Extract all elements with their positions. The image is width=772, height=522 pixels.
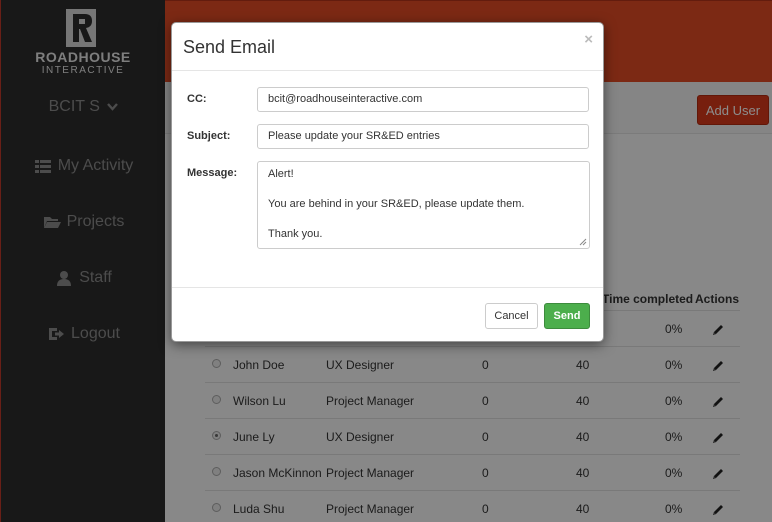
message-line (268, 182, 579, 197)
message-label: Message: (187, 167, 238, 179)
message-line (268, 212, 579, 227)
cancel-button[interactable]: Cancel (485, 303, 538, 329)
resize-grip-icon[interactable] (579, 238, 587, 246)
cc-label: CC: (187, 93, 207, 105)
cc-field[interactable]: bcit@roadhouseinteractive.com (257, 87, 589, 112)
subject-field[interactable]: Please update your SR&ED entries (257, 124, 589, 149)
send-email-modal: Send Email × CC: bcit@roadhouseinteracti… (171, 22, 604, 342)
modal-footer-divider (172, 287, 603, 288)
close-icon[interactable]: × (584, 31, 593, 48)
message-line: Alert! (268, 168, 294, 180)
send-button[interactable]: Send (544, 303, 590, 329)
message-textarea[interactable]: Alert! You are behind in your SR&ED, ple… (257, 161, 590, 249)
message-line: Thank you. (268, 228, 323, 240)
modal-title: Send Email (183, 37, 276, 57)
subject-label: Subject: (187, 130, 231, 142)
modal-header: Send Email × (172, 23, 603, 71)
message-line: You are behind in your SR&ED, please upd… (268, 198, 525, 210)
